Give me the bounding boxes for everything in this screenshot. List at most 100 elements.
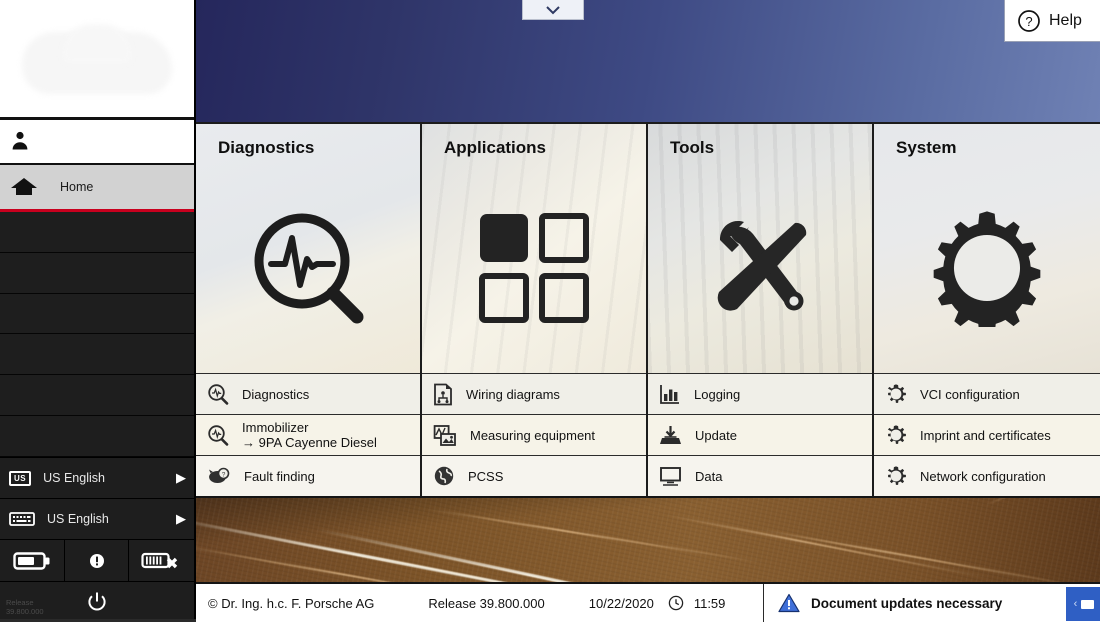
- magnifier-pulse-small-icon: [207, 424, 229, 446]
- sidebar-blank-row[interactable]: [0, 375, 194, 416]
- list-item-label: Network configuration: [920, 469, 1046, 484]
- clock-icon: [668, 595, 684, 611]
- question-circle-icon: ?: [1017, 9, 1041, 33]
- list-item[interactable]: ? Fault finding: [196, 455, 420, 496]
- tile-system-top[interactable]: System: [874, 124, 1100, 373]
- flag-us-icon: US: [9, 471, 31, 486]
- nav-forward-icon: [1080, 596, 1096, 612]
- svg-text:?: ?: [222, 472, 226, 479]
- tile-tools-top[interactable]: Tools: [648, 124, 872, 373]
- list-item-label: Immobilizer → 9PA Cayenne Diesel: [242, 420, 377, 450]
- four-squares-icon: [422, 168, 646, 368]
- gear-small-icon: [885, 383, 907, 405]
- sidebar-blank-row[interactable]: [0, 253, 194, 294]
- measuring-equipment-icon: [433, 424, 457, 447]
- tile-tools-title: Tools: [648, 124, 872, 158]
- sidebar-user-row[interactable]: [0, 120, 194, 165]
- road-texture: [196, 498, 1100, 582]
- list-item[interactable]: Logging: [648, 373, 872, 414]
- tile-applications: Applications: [422, 122, 648, 496]
- list-item[interactable]: Diagnostics: [196, 373, 420, 414]
- sidebar-blank-row[interactable]: [0, 212, 194, 253]
- sidebar-blank-row[interactable]: [0, 294, 194, 335]
- list-item-label: Update: [695, 428, 737, 443]
- tile-grid: Diagnostics: [196, 122, 1100, 496]
- bar-chart-icon: [659, 383, 681, 405]
- power-icon: [86, 591, 108, 613]
- battery-icon: [13, 550, 51, 572]
- header-banner: ? Help: [196, 0, 1100, 122]
- vci-disconnected-icon: [141, 550, 183, 572]
- sidebar-display-language-label: US English: [43, 471, 105, 485]
- sidebar-item-home-label: Home: [60, 180, 93, 194]
- list-item-label: Wiring diagrams: [466, 387, 560, 402]
- battery-status-button[interactable]: [0, 540, 65, 581]
- list-item[interactable]: VCI configuration: [874, 373, 1100, 414]
- time-text: 11:59: [694, 596, 726, 611]
- gear-small-icon: [885, 465, 907, 487]
- wrench-screwdriver-icon: [648, 168, 872, 368]
- list-item-label: Imprint and certificates: [920, 428, 1051, 443]
- chevron-right-icon: ▶: [176, 511, 186, 527]
- release-number: 39.800.000: [6, 607, 44, 616]
- tile-tools-list: Logging Update: [648, 373, 872, 496]
- help-button-label: Help: [1049, 12, 1082, 30]
- power-button[interactable]: Release 39.800.000: [0, 582, 194, 622]
- list-item[interactable]: Wiring diagrams: [422, 373, 646, 414]
- list-item-label: Diagnostics: [242, 387, 309, 402]
- download-icon: [659, 424, 682, 446]
- sidebar-item-home[interactable]: Home: [0, 165, 194, 212]
- help-button[interactable]: ? Help: [1004, 0, 1100, 42]
- list-item-label: Logging: [694, 387, 740, 402]
- main-area: ? Help Diagnostics: [196, 0, 1100, 622]
- list-item[interactable]: Measuring equipment: [422, 414, 646, 455]
- home-icon: [10, 175, 38, 199]
- tile-system-list: VCI configuration Imprint and certificat…: [874, 373, 1100, 496]
- info-status-button[interactable]: [65, 540, 130, 581]
- header-dropdown-tab[interactable]: [522, 0, 584, 20]
- list-item-title: Immobilizer: [242, 420, 308, 435]
- svg-text:?: ?: [1025, 14, 1032, 29]
- release-label: Release: [6, 598, 44, 607]
- list-item[interactable]: Data: [648, 455, 872, 496]
- tile-tools: Tools: [648, 122, 874, 496]
- vci-status-button[interactable]: [129, 540, 194, 581]
- fault-finding-icon: ?: [207, 465, 231, 487]
- tile-applications-list: Wiring diagrams Measuring: [422, 373, 646, 496]
- list-item[interactable]: PCSS: [422, 455, 646, 496]
- list-item[interactable]: Imprint and certificates: [874, 414, 1100, 455]
- list-item-label: Fault finding: [244, 469, 315, 484]
- list-item[interactable]: Immobilizer → 9PA Cayenne Diesel: [196, 414, 420, 455]
- nav-forward-button[interactable]: ‹: [1066, 587, 1100, 621]
- tile-applications-top[interactable]: Applications: [422, 124, 646, 373]
- sidebar-item-keyboard-language[interactable]: US English ▶: [0, 498, 194, 539]
- copyright-text: © Dr. Ing. h.c. F. Porsche AG: [208, 596, 374, 611]
- tile-diagnostics-list: Diagnostics Immobilizer → 9PA: [196, 373, 420, 496]
- wiring-diagram-icon: [433, 383, 453, 406]
- gear-icon: [874, 168, 1100, 368]
- sidebar-logo: [0, 0, 194, 120]
- list-item[interactable]: Network configuration: [874, 455, 1100, 496]
- tile-diagnostics-top[interactable]: Diagnostics: [196, 124, 420, 373]
- status-bar: © Dr. Ing. h.c. F. Porsche AG Release 39…: [196, 582, 1100, 622]
- sidebar-status-icons: [0, 539, 194, 582]
- globe-icon: [433, 465, 455, 487]
- person-icon: [8, 129, 32, 153]
- sidebar: Home US US English ▶: [0, 0, 196, 622]
- keyboard-icon: [9, 511, 35, 527]
- list-item[interactable]: Update: [648, 414, 872, 455]
- road-banner-image: [196, 496, 1100, 582]
- list-item-label: Data: [695, 469, 722, 484]
- chevron-right-icon: ▶: [176, 470, 186, 486]
- sidebar-blank-row[interactable]: [0, 416, 194, 457]
- release-version: Release 39.800.000: [6, 598, 44, 616]
- magnifier-pulse-small-icon: [207, 383, 229, 405]
- tile-diagnostics-title: Diagnostics: [196, 124, 420, 158]
- sidebar-item-display-language[interactable]: US US English ▶: [0, 457, 194, 498]
- monitor-icon: [659, 465, 682, 487]
- tile-diagnostics: Diagnostics: [196, 122, 422, 496]
- gear-small-icon: [885, 424, 907, 446]
- sidebar-blank-row[interactable]: [0, 334, 194, 375]
- status-bar-right[interactable]: Document updates necessary ‹: [764, 584, 1100, 622]
- app-root: Home US US English ▶: [0, 0, 1100, 622]
